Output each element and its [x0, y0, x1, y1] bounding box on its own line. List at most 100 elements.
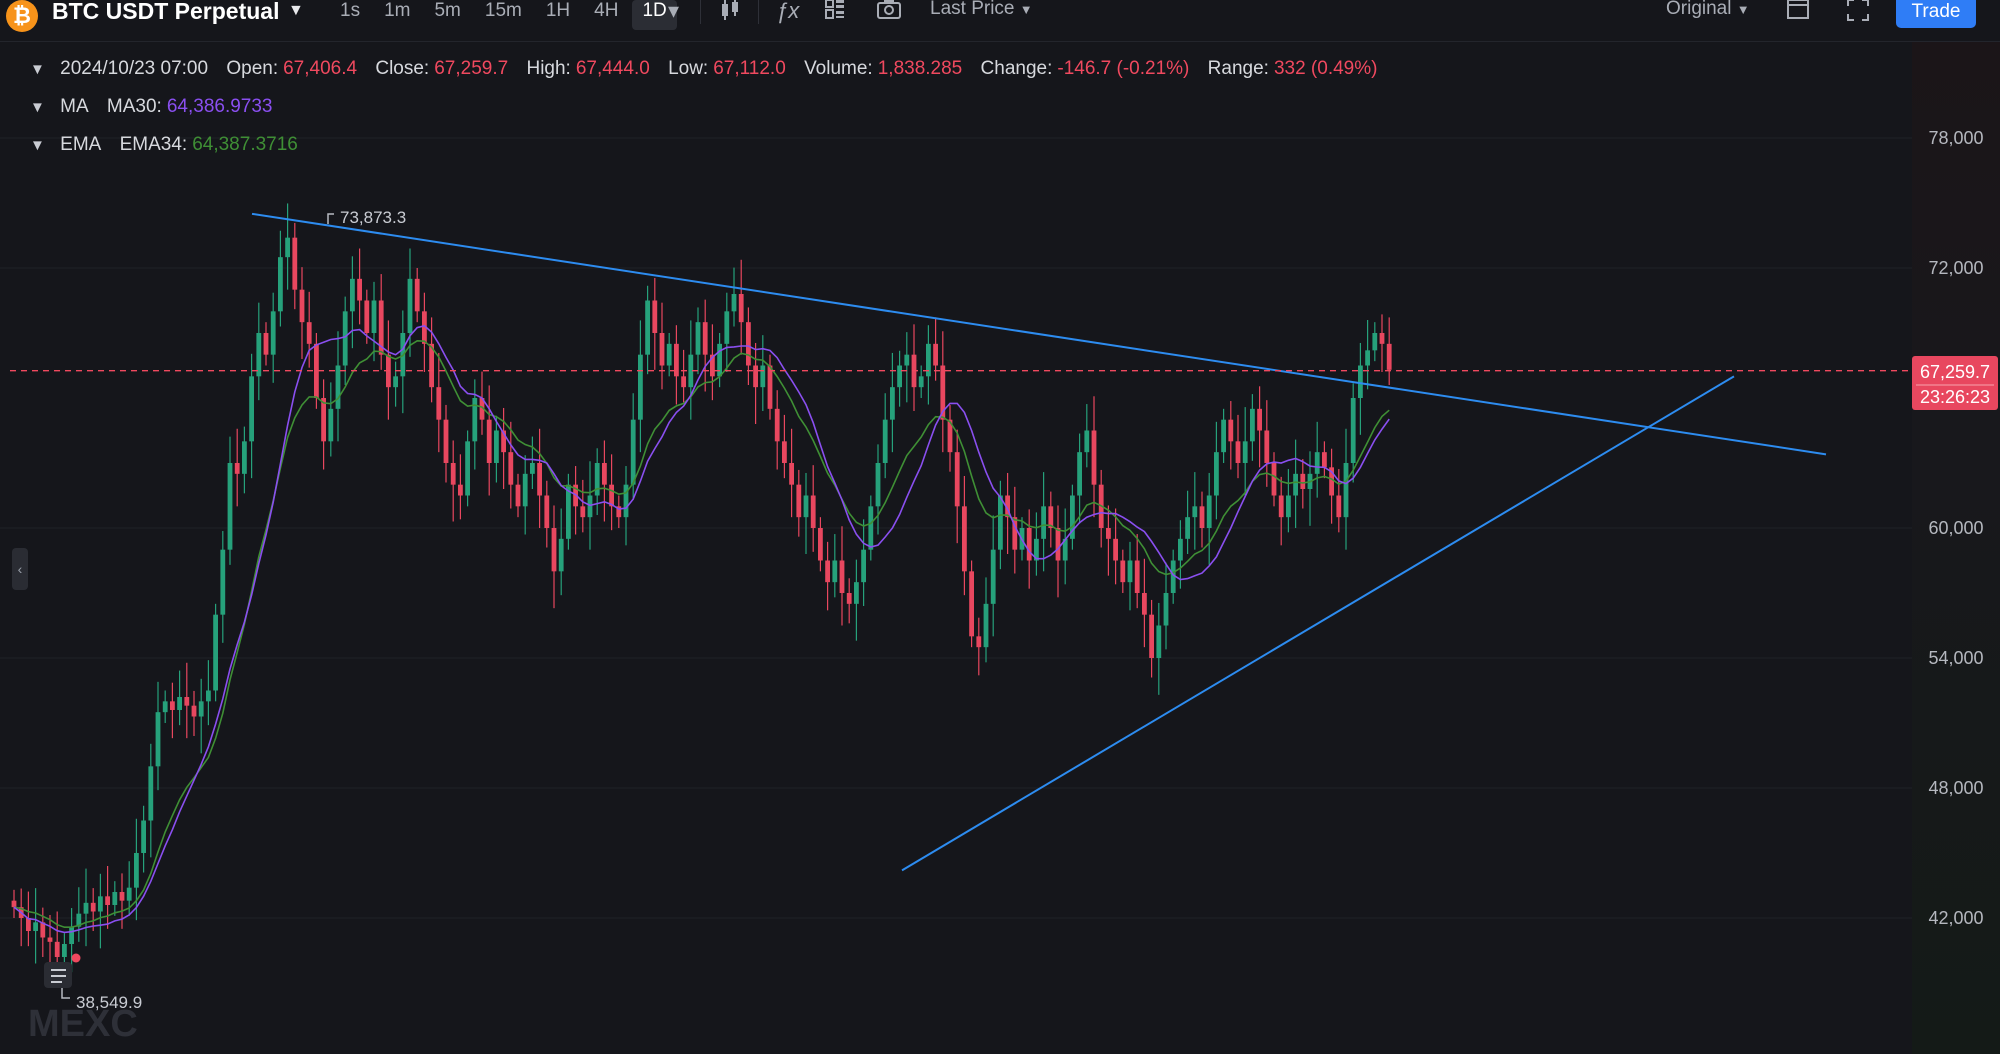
candle[interactable]	[350, 256, 355, 349]
candle[interactable]	[551, 505, 557, 609]
candle[interactable]	[443, 404, 449, 483]
candle[interactable]	[731, 267, 737, 327]
candle[interactable]	[206, 660, 211, 726]
candle[interactable]	[1041, 472, 1046, 572]
candle[interactable]	[414, 267, 420, 323]
candle[interactable]	[299, 267, 305, 359]
candle[interactable]	[249, 353, 254, 479]
candle[interactable]	[1379, 314, 1385, 372]
candle[interactable]	[695, 307, 701, 375]
candle[interactable]	[184, 662, 190, 739]
candle[interactable]	[112, 881, 118, 916]
candle[interactable]	[796, 469, 802, 537]
candle[interactable]	[342, 296, 348, 385]
candle[interactable]	[1386, 317, 1392, 385]
candle[interactable]	[1185, 490, 1190, 554]
candle[interactable]	[1048, 491, 1054, 548]
candle[interactable]	[1322, 441, 1327, 479]
candle[interactable]	[1293, 439, 1298, 528]
candle[interactable]	[580, 479, 586, 533]
candle[interactable]	[1278, 476, 1284, 546]
candle[interactable]	[1134, 534, 1140, 609]
candle[interactable]	[983, 577, 989, 663]
candle[interactable]	[400, 310, 406, 414]
candle[interactable]	[378, 274, 384, 370]
candle[interactable]	[962, 475, 967, 596]
candle[interactable]	[234, 428, 240, 507]
candle[interactable]	[407, 248, 413, 357]
candle[interactable]	[782, 414, 787, 479]
candle[interactable]	[1156, 602, 1162, 695]
candle[interactable]	[537, 428, 542, 528]
candle[interactable]	[422, 292, 427, 372]
candle[interactable]	[846, 578, 852, 624]
candle[interactable]	[98, 873, 103, 949]
candle[interactable]	[1329, 448, 1334, 524]
candle[interactable]	[278, 230, 283, 327]
candle[interactable]	[191, 690, 197, 736]
candle[interactable]	[170, 682, 175, 739]
candle[interactable]	[1142, 558, 1147, 648]
candle[interactable]	[1098, 469, 1104, 548]
candle[interactable]	[810, 465, 816, 552]
candle[interactable]	[1084, 404, 1090, 468]
candle[interactable]	[1034, 512, 1039, 576]
candle[interactable]	[11, 889, 17, 918]
candle[interactable]	[371, 281, 377, 362]
candle[interactable]	[119, 873, 125, 929]
candle[interactable]	[1271, 452, 1277, 507]
candle[interactable]	[990, 515, 996, 637]
candle[interactable]	[825, 541, 830, 611]
candle[interactable]	[1070, 484, 1075, 550]
candle[interactable]	[818, 517, 823, 572]
candle[interactable]	[1199, 491, 1205, 548]
candle[interactable]	[177, 670, 182, 726]
candle[interactable]	[148, 743, 154, 858]
candle[interactable]	[969, 560, 974, 648]
candle[interactable]	[242, 426, 247, 494]
candle[interactable]	[1192, 472, 1198, 550]
candle[interactable]	[1206, 472, 1212, 565]
candle[interactable]	[688, 320, 694, 420]
candlestick-chart[interactable]: 78,000 72,000 60,000 54,000 48,000 42,000 67,…	[0, 0, 2000, 1054]
candle[interactable]	[940, 331, 946, 453]
candle[interactable]	[1127, 541, 1133, 611]
candle[interactable]	[479, 371, 485, 435]
candle[interactable]	[1250, 394, 1255, 461]
candle[interactable]	[911, 324, 917, 411]
candle[interactable]	[472, 379, 478, 470]
chevron-down-icon[interactable]: ▼	[30, 61, 45, 78]
candle[interactable]	[954, 429, 960, 544]
candle[interactable]	[1257, 386, 1262, 468]
candle[interactable]	[544, 480, 550, 548]
candle[interactable]	[1307, 451, 1313, 526]
candle[interactable]	[155, 681, 161, 791]
candle[interactable]	[141, 805, 146, 873]
candle[interactable]	[1062, 508, 1068, 585]
candle[interactable]	[220, 531, 226, 643]
candle[interactable]	[616, 495, 622, 528]
candle[interactable]	[522, 455, 528, 535]
candle[interactable]	[558, 508, 564, 596]
candle[interactable]	[1286, 469, 1291, 533]
candle[interactable]	[753, 342, 758, 424]
candle[interactable]	[76, 887, 82, 942]
chevron-left-icon[interactable]: ‹	[12, 548, 28, 590]
candle[interactable]	[1091, 396, 1097, 518]
candle[interactable]	[256, 302, 262, 401]
candle[interactable]	[681, 349, 686, 403]
candle[interactable]	[803, 472, 809, 554]
candle[interactable]	[357, 248, 362, 325]
candle[interactable]	[573, 466, 578, 535]
candle[interactable]	[854, 559, 859, 641]
candle[interactable]	[666, 332, 672, 377]
candle[interactable]	[976, 617, 982, 676]
candle[interactable]	[1149, 599, 1154, 678]
candle[interactable]	[1242, 407, 1248, 496]
candle[interactable]	[1314, 421, 1320, 498]
candle[interactable]	[465, 430, 470, 507]
candle[interactable]	[486, 385, 492, 496]
candle[interactable]	[645, 285, 650, 375]
candle[interactable]	[270, 292, 276, 383]
candle[interactable]	[1077, 433, 1082, 524]
